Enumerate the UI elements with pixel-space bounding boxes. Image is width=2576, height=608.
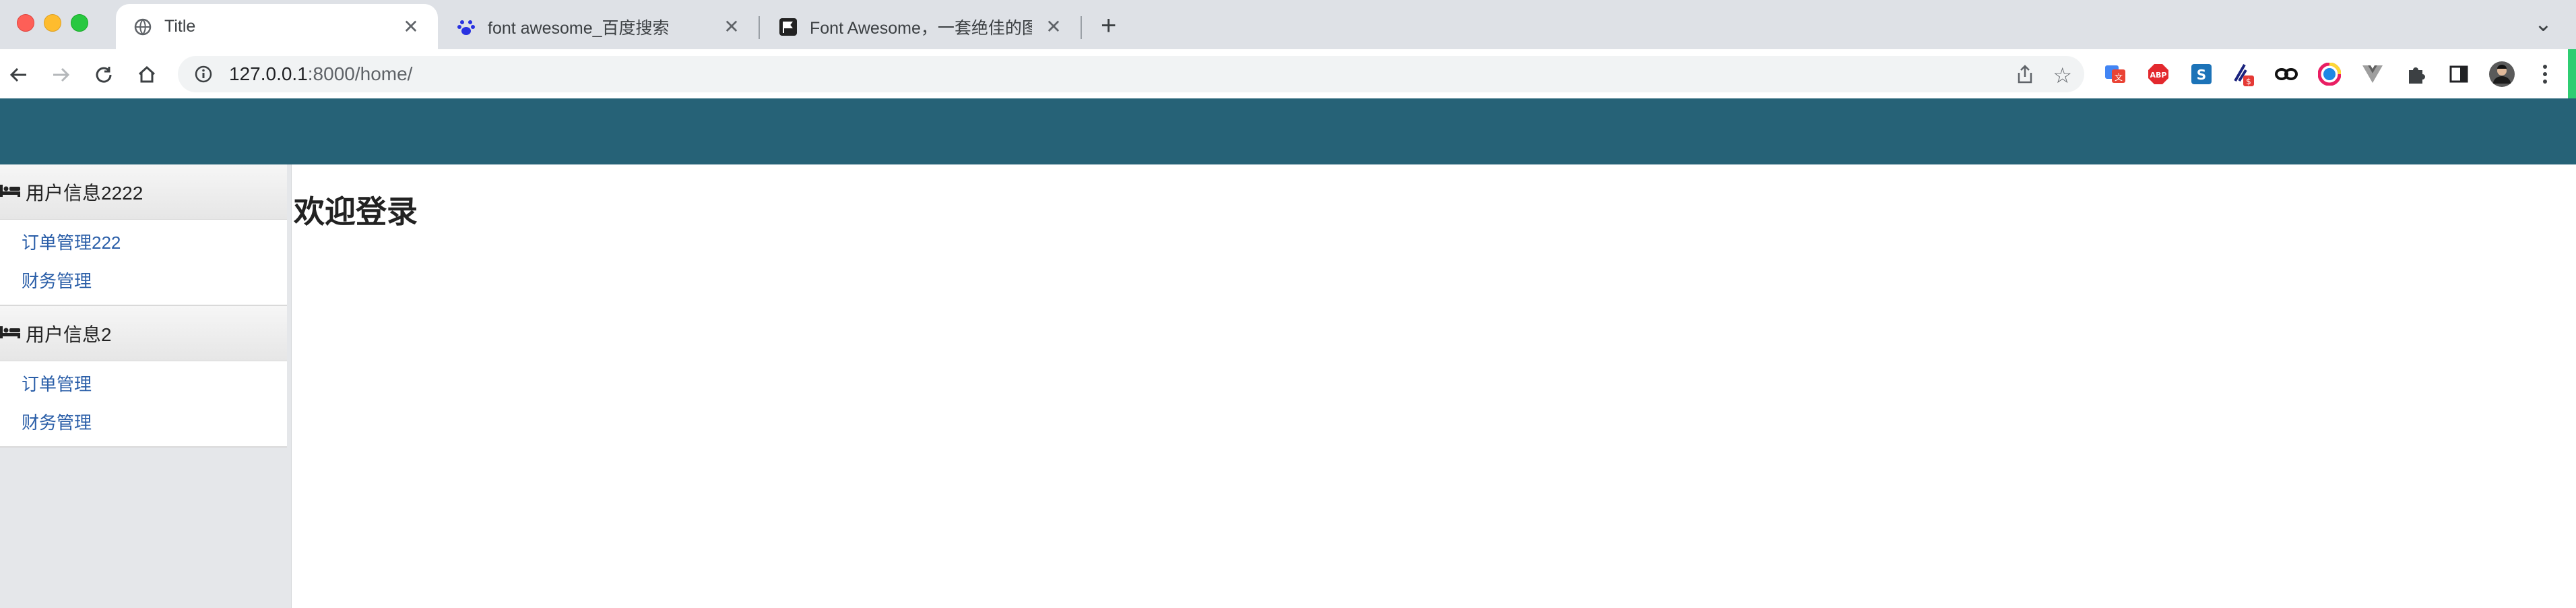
- browser-toolbar: 127.0.0.1:8000/home/ ☆ 文 ABP S $: [0, 49, 2576, 99]
- info-icon[interactable]: [191, 62, 216, 86]
- menu-group-title: 用户信息2222: [26, 182, 143, 204]
- baidu-paw-icon: [457, 18, 476, 36]
- sidebar-menu: 用户信息2222 订单管理222 财务管理 用户信息2 订单管理 财务管理: [0, 164, 292, 608]
- browser-tab-strip: Title ✕ font awesome_百度搜索 ✕ Font Awesome…: [0, 0, 2576, 49]
- address-bar[interactable]: 127.0.0.1:8000/home/ ☆: [178, 56, 2084, 92]
- tab-separator: [1081, 16, 1082, 39]
- kebab-menu-icon[interactable]: [2532, 61, 2558, 88]
- chevron-down-icon[interactable]: ⌄: [2534, 11, 2552, 36]
- svg-text:ABP: ABP: [2150, 71, 2167, 80]
- tab-font-awesome[interactable]: Font Awesome，一套绝佳的图标 ✕: [761, 4, 1081, 49]
- sider-icon[interactable]: S: [2188, 61, 2215, 88]
- home-icon: [138, 65, 156, 83]
- menu-link-finance-management[interactable]: 财务管理: [0, 404, 287, 442]
- tab-baidu-search[interactable]: font awesome_百度搜索 ✕: [439, 4, 759, 49]
- color-picker-icon[interactable]: [2316, 61, 2343, 88]
- side-panel-icon[interactable]: [2445, 61, 2472, 88]
- welcome-heading: 欢迎登录: [294, 194, 418, 229]
- flag-icon: [779, 18, 798, 36]
- menu-link-order-management-222[interactable]: 订单管理222: [0, 224, 287, 262]
- tab-label: Font Awesome，一套绝佳的图标: [810, 18, 1032, 38]
- back-button[interactable]: [5, 61, 32, 88]
- svg-text:$: $: [2246, 77, 2251, 86]
- tab-label: Title: [164, 17, 196, 36]
- reload-button[interactable]: [90, 61, 117, 88]
- menu-group-user-info-2: 用户信息2 订单管理 财务管理: [0, 306, 287, 448]
- tab-separator: [759, 16, 760, 39]
- close-icon[interactable]: ✕: [401, 16, 420, 38]
- menu-group-header[interactable]: 用户信息2: [0, 306, 287, 361]
- menu-link-finance-management[interactable]: 财务管理: [0, 262, 287, 301]
- menu-group-user-info-2222: 用户信息2222 订单管理222 财务管理: [0, 164, 287, 306]
- url-host: 127.0.0.1: [229, 63, 308, 84]
- profile-avatar-icon[interactable]: [2488, 61, 2515, 88]
- forward-button[interactable]: [47, 61, 74, 88]
- tab-title[interactable]: Title ✕: [116, 4, 438, 49]
- bed-icon: [0, 181, 20, 203]
- window-zoom-button[interactable]: [71, 14, 88, 32]
- page-header-bar: [0, 98, 2576, 164]
- svg-text:S: S: [2197, 67, 2206, 83]
- link-icon[interactable]: [2273, 61, 2300, 88]
- close-icon[interactable]: ✕: [1044, 16, 1063, 38]
- share-icon[interactable]: [2016, 64, 2034, 88]
- home-button[interactable]: [133, 61, 160, 88]
- menu-group-title: 用户信息2: [26, 324, 112, 345]
- menu-item-list: 订单管理 财务管理: [0, 361, 287, 446]
- close-icon[interactable]: ✕: [722, 16, 741, 38]
- window-minimize-button[interactable]: [44, 14, 61, 32]
- menu-link-order-management[interactable]: 订单管理: [0, 365, 287, 404]
- adblock-plus-icon[interactable]: ABP: [2145, 61, 2172, 88]
- tab-label: font awesome_百度搜索: [488, 18, 670, 38]
- google-translate-icon[interactable]: 文: [2102, 61, 2129, 88]
- reload-icon: [96, 67, 112, 83]
- tampermonkey-icon[interactable]: $: [2230, 61, 2257, 88]
- svg-text:文: 文: [2115, 72, 2123, 82]
- menu-item-list: 订单管理222 财务管理: [0, 220, 287, 305]
- arrow-right-icon: [53, 67, 70, 82]
- vue-devtools-icon[interactable]: [2359, 61, 2386, 88]
- arrow-left-icon: [9, 67, 26, 82]
- url-path: :8000/home/: [307, 63, 413, 84]
- bookmark-star-icon[interactable]: ☆: [2053, 63, 2072, 88]
- globe-icon: [133, 18, 152, 36]
- menu-group-header[interactable]: 用户信息2222: [0, 164, 287, 220]
- puzzle-extensions-icon[interactable]: [2402, 61, 2429, 88]
- bed-icon: [0, 323, 20, 344]
- window-close-button[interactable]: [17, 14, 34, 32]
- url-text: 127.0.0.1:8000/home/: [229, 63, 412, 85]
- new-tab-button[interactable]: +: [1101, 12, 1116, 39]
